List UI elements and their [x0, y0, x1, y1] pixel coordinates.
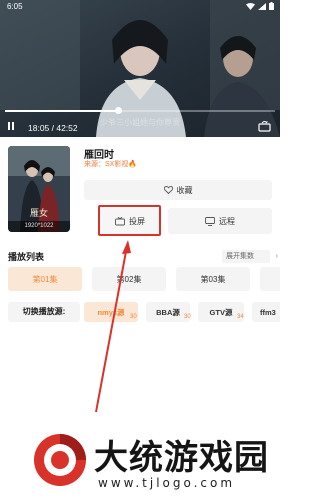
source-count: 34: [237, 314, 244, 320]
remote-label: 远程: [219, 216, 235, 226]
progress-fill: [5, 110, 119, 112]
monitor-icon: [205, 216, 215, 226]
heart-icon: [163, 186, 173, 194]
pause-icon[interactable]: [6, 121, 16, 131]
brand-logo: [34, 434, 86, 486]
playlist-title: 播放列表: [8, 252, 45, 262]
rotate-screen-icon[interactable]: [258, 120, 271, 132]
poster-image[interactable]: 雁女 1920*1022: [8, 146, 70, 232]
remote-button[interactable]: 远程: [168, 208, 272, 234]
fire-icon: 🔥: [128, 161, 138, 168]
progress-bar[interactable]: [5, 110, 275, 112]
status-icons: [246, 2, 274, 10]
battery-icon: [269, 2, 274, 10]
progress-handle[interactable]: [114, 107, 122, 114]
chevron-right-icon: ›: [275, 253, 278, 260]
episode-item-4-partial[interactable]: [260, 267, 280, 291]
episode-label: 第01集: [32, 274, 58, 284]
brand-url: www.tjlogo.com: [98, 476, 236, 490]
episode-item-2[interactable]: 第02集: [92, 267, 166, 291]
status-time: 6:05: [7, 2, 23, 11]
source-count: 30: [130, 314, 137, 320]
favorite-button[interactable]: 收藏: [84, 180, 272, 200]
poster-art: 雁女: [8, 146, 70, 232]
source-name: nmys源: [97, 307, 125, 317]
expand-label: 展开集数: [226, 253, 254, 260]
expand-episodes-button[interactable]: 展开集数 ›: [222, 250, 278, 263]
favorite-label: 收藏: [176, 185, 193, 195]
source-text: 来源：SX影视: [84, 161, 129, 168]
episode-label: 第02集: [116, 274, 142, 284]
playback-time: 18:05 / 42:52: [28, 123, 78, 133]
brand-name: 大统游戏园: [94, 438, 269, 478]
status-bar: 6:05: [0, 0, 280, 14]
video-player[interactable]: 6:05 少爷三小姐她与你尊贵 18:05 / 42:52: [0, 0, 280, 137]
source-label: 来源：SX影视🔥: [84, 159, 137, 169]
episode-label: 第03集: [200, 274, 226, 284]
signal-icon: [258, 2, 266, 10]
svg-text:雁女: 雁女: [30, 207, 48, 219]
source-count: 30: [184, 314, 191, 320]
switch-source-label: 切换播放源:: [8, 302, 80, 322]
source-name: BBA源: [156, 307, 180, 317]
cast-highlight-box: [98, 205, 161, 236]
source-name: GTV源: [209, 307, 233, 317]
wifi-icon: [246, 2, 255, 10]
episode-item-3[interactable]: 第03集: [176, 267, 250, 291]
source-item-ffm3[interactable]: ffm3: [252, 302, 280, 322]
episode-item-1[interactable]: 第01集: [8, 267, 82, 291]
source-name: ffm3: [260, 307, 276, 317]
poster-resolution: 1920*1022: [8, 221, 70, 232]
